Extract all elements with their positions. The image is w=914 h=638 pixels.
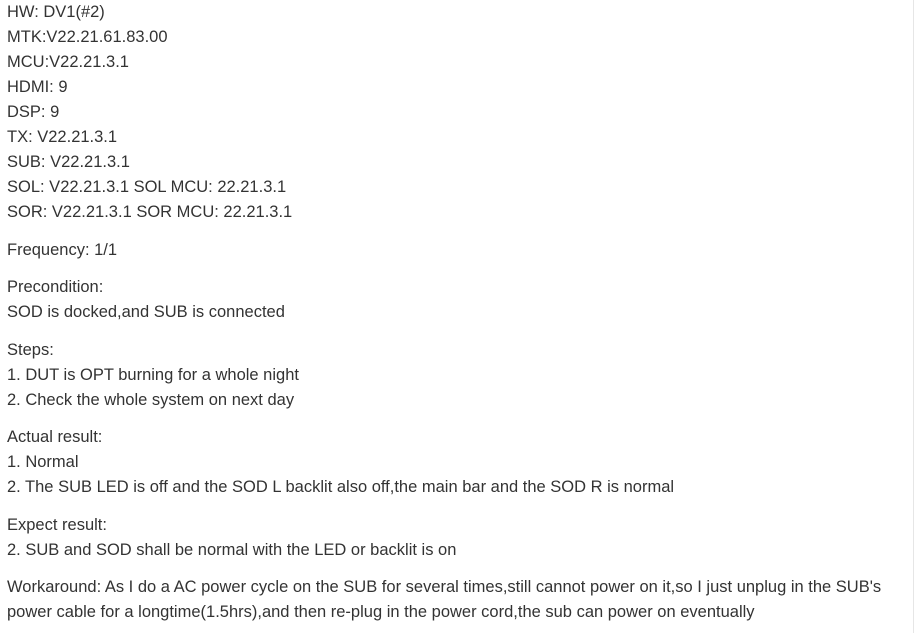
actual-result-section: Actual result: 1. Normal 2. The SUB LED …: [7, 425, 903, 500]
dsp-version: DSP: 9: [7, 103, 60, 121]
hdmi-version: HDMI: 9: [7, 78, 68, 96]
expect-result-item: 2. SUB and SOD shall be normal with the …: [7, 540, 457, 559]
step-item: 1. DUT is OPT burning for a whole night: [7, 365, 299, 384]
step-item: 2. Check the whole system on next day: [7, 390, 295, 409]
hw-version: HW: DV1(#2): [7, 3, 105, 21]
frequency-section: Frequency: 1/1: [7, 238, 903, 263]
bug-report-body: HW: DV1(#2) MTK:V22.21.61.83.00 MCU:V22.…: [7, 0, 903, 638]
workaround-section: Workaround: As I do a AC power cycle on …: [7, 575, 903, 625]
expect-result-section: Expect result: 2. SUB and SOD shall be n…: [7, 513, 903, 563]
sub-version: SUB: V22.21.3.1: [7, 153, 130, 171]
mcu-version: MCU:V22.21.3.1: [7, 53, 129, 71]
actual-result-item: 2. The SUB LED is off and the SOD L back…: [7, 478, 675, 496]
mtk-version: MTK:V22.21.61.83.00: [7, 28, 168, 46]
frequency-text: Frequency: 1/1: [7, 240, 118, 259]
precondition-text: SOD is docked,and SUB is connected: [7, 303, 285, 321]
actual-result-item: 1. Normal: [7, 453, 79, 471]
tx-version: TX: V22.21.3.1: [7, 128, 118, 146]
expect-result-heading: Expect result:: [7, 515, 107, 534]
precondition-section: Precondition: SOD is docked,and SUB is c…: [7, 275, 903, 325]
workaround-text: Workaround: As I do a AC power cycle on …: [7, 578, 882, 621]
steps-section: Steps: 1. DUT is OPT burning for a whole…: [7, 338, 903, 413]
version-info: HW: DV1(#2) MTK:V22.21.61.83.00 MCU:V22.…: [7, 0, 903, 225]
precondition-heading: Precondition:: [7, 278, 104, 296]
steps-heading: Steps:: [7, 340, 54, 359]
sor-version: SOR: V22.21.3.1 SOR MCU: 22.21.3.1: [7, 203, 293, 221]
sol-version: SOL: V22.21.3.1 SOL MCU: 22.21.3.1: [7, 178, 287, 196]
actual-result-heading: Actual result:: [7, 428, 103, 446]
